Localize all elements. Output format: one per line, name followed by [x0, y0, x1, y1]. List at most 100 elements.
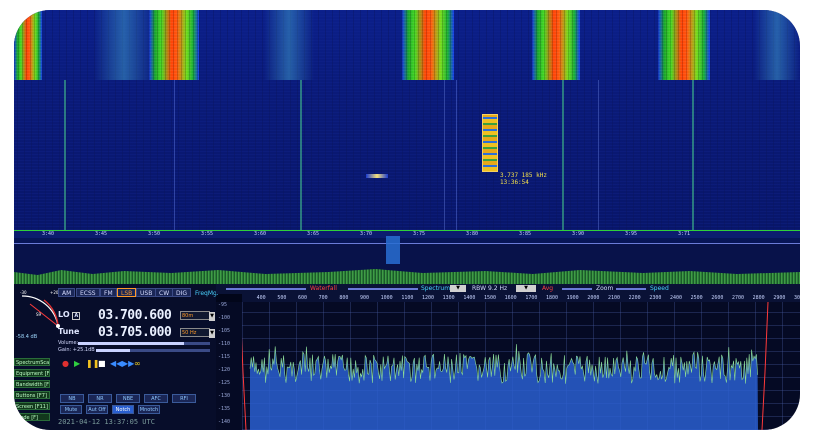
mode-button-cw[interactable]: CW [155, 288, 174, 297]
play-icon[interactable]: ▶ [74, 360, 80, 368]
lo-badge[interactable]: A [72, 312, 81, 320]
waterfall-toggle[interactable]: Waterfall [310, 285, 337, 293]
stop-icon[interactable]: ■ [98, 360, 106, 368]
dsp-button-aut-off[interactable]: Aut Off [86, 405, 108, 414]
spectrum-mode-select[interactable]: ▼ [450, 285, 466, 292]
audio-spectrum-display[interactable]: 400 500 600 700 800 900 1000 1100 1200 1300 1400 15… [242, 294, 800, 430]
db-tick-label: -110 [218, 341, 231, 347]
frequency-ruler[interactable]: 3:40 3:45 3:50 3:55 3:60 3:65 3:70 3:75 3:80 3:85… [14, 230, 800, 238]
spectrum-tick-label: 700 [318, 295, 328, 301]
spectrum-tick-label: 1900 [566, 295, 579, 301]
db-tick-label: -115 [218, 354, 231, 360]
ruler-tick-label: 3:85 [519, 231, 532, 237]
dsp-button-nr[interactable]: NR [88, 394, 112, 403]
rbw-select[interactable]: ▼ [516, 285, 536, 292]
volume-slider-fill [78, 342, 184, 345]
waterfall-signal-band [14, 10, 42, 80]
cursor-time: 13:36:54 [500, 179, 529, 186]
passband-marker[interactable] [386, 236, 400, 264]
spectrum-tick-label: 2200 [628, 295, 641, 301]
db-tick-label: -130 [218, 393, 231, 399]
lo-label-text: LO [58, 310, 70, 319]
ruler-tick-label: 3:40 [42, 231, 55, 237]
spectrum-tick-label: 2000 [587, 295, 600, 301]
rewind-icon[interactable]: ◀◀ [110, 360, 122, 368]
dsp-button-rfi[interactable]: RFI [172, 394, 196, 403]
mode-button-am[interactable]: AM [58, 288, 76, 297]
cursor-frequency: 3.737 185 kHz [500, 172, 547, 179]
spectrum-tick-label: 600 [298, 295, 308, 301]
db-tick-label: -125 [218, 380, 231, 386]
dsp-button-nb[interactable]: NB [60, 394, 84, 403]
spectrum-tick-label: 2700 [732, 295, 745, 301]
mode-button-lsb[interactable]: LSB [117, 288, 137, 297]
waterfall-signal-band [532, 10, 580, 80]
ruler-tick-label: 3:71 [678, 231, 691, 237]
spectrum-tick-label: 2600 [711, 295, 724, 301]
waterfall-carrier-line [64, 80, 66, 230]
side-button[interactable]: Equipment [F5] [14, 369, 50, 377]
waterfall-signal-band [658, 10, 710, 80]
zoom-slider[interactable] [616, 288, 646, 290]
dsp-button-mute[interactable]: Mute [60, 405, 82, 414]
waterfall-faint-band [94, 10, 154, 80]
tune-frequency-display[interactable]: 03.705.000 [98, 326, 176, 339]
gain-slider[interactable] [96, 349, 210, 352]
spectrum-tick-label: 1200 [422, 295, 435, 301]
mode-button-usb[interactable]: USB [136, 288, 157, 297]
volume-slider[interactable] [78, 342, 210, 345]
record-icon[interactable]: ● [62, 360, 69, 368]
spectrum-tick-label: 1400 [463, 295, 476, 301]
chevron-down-icon[interactable]: ▼ [209, 312, 215, 321]
db-tick-label: -105 [218, 328, 231, 334]
side-button[interactable]: SpectrumScale [S] [14, 358, 50, 366]
waterfall-carrier-line [174, 80, 175, 230]
spectrum-plot [242, 302, 769, 430]
overview-spectrum[interactable] [14, 244, 800, 284]
loop-icon[interactable]: ∞ [134, 360, 141, 368]
mode-button-ecss[interactable]: ECSS [76, 288, 100, 297]
spectrum-tick-label: 2500 [690, 295, 703, 301]
avg-toggle[interactable]: Avg [542, 285, 553, 293]
sdr-window: 3.737 185 kHz 13:36:54 3:40 3:45 3:50 3:55 3… [14, 10, 800, 430]
side-button[interactable]: Buttons [F7] [14, 391, 50, 399]
spectrum-tick-label: 1300 [442, 295, 455, 301]
cursor-readout: 3.737 185 kHz 13:36:54 [500, 172, 547, 186]
db-tick-label: -95 [218, 302, 228, 308]
side-button[interactable]: Mode [F] [14, 413, 50, 421]
side-button[interactable]: Screen [F11] [14, 402, 50, 410]
spectrum-tick-label: 1000 [380, 295, 393, 301]
dsp-button-mnotch[interactable]: Mnotch [138, 405, 160, 414]
waterfall-display[interactable]: 3.737 185 kHz 13:36:54 [14, 10, 800, 230]
mode-button-dig[interactable]: DIG [172, 288, 192, 297]
dsp-button-notch[interactable]: Notch [112, 405, 134, 414]
waterfall-slider[interactable] [226, 288, 306, 290]
rbw-label: RBW [472, 285, 487, 292]
side-button[interactable]: Bandwidth [F6] [14, 380, 50, 388]
spectrum-tick-label: 1100 [401, 295, 414, 301]
volume-label: Volume: [58, 340, 79, 346]
waterfall-carrier-line [692, 80, 694, 230]
spectrum-tick-label: 1600 [504, 295, 517, 301]
step-select[interactable]: 50 Hz ▼ [180, 328, 215, 338]
step-select-value: 50 Hz [182, 330, 197, 336]
spectrum-slider[interactable] [348, 288, 418, 290]
gain-slider-fill [96, 349, 131, 352]
spectrum-tick-label: 1800 [546, 295, 559, 301]
mode-button-fm[interactable]: FM [100, 288, 117, 297]
ruler-tick-label: 3:60 [254, 231, 267, 237]
chevron-down-icon[interactable]: ▼ [209, 329, 215, 338]
s-meter-gauge: -30 S9 +20 [20, 290, 60, 328]
spectrum-tick-label: 1700 [525, 295, 538, 301]
waterfall-faint-band [754, 10, 800, 80]
fast-forward-icon[interactable]: ▶▶ [122, 360, 134, 368]
lo-frequency-display[interactable]: 03.700.600 [98, 309, 176, 322]
waterfall-carrier-line [562, 80, 564, 230]
spectrum-tick-label: 2800 [752, 295, 765, 301]
avg-slider[interactable] [562, 288, 592, 290]
spectrum-toggle[interactable]: Spectrum [421, 285, 450, 293]
dsp-button-nbe[interactable]: NBE [116, 394, 140, 403]
dsp-button-afc[interactable]: AFC [144, 394, 168, 403]
ruler-tick-label: 3:55 [201, 231, 214, 237]
band-select[interactable]: 80m ▼ [180, 311, 215, 321]
